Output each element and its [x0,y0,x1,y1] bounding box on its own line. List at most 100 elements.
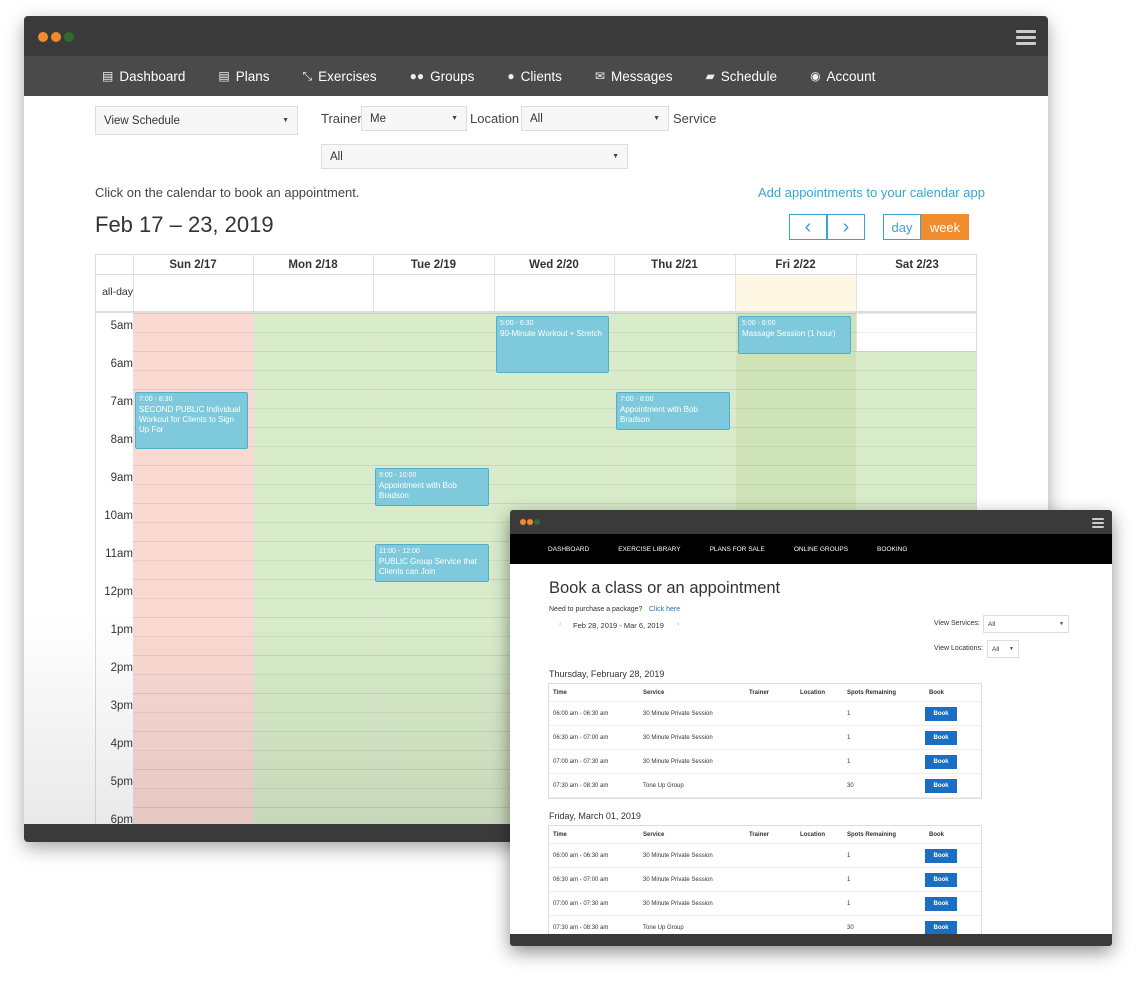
table-header: Time Service Trainer Location Spots Rema… [549,826,981,844]
day-header: Mon 2/18 [253,255,373,275]
booking-table: Time Service Trainer Location Spots Rema… [548,825,982,941]
col-line [253,255,254,842]
calendar-event[interactable]: 9:00 - 10:00 Appointment with Bob Bradson [375,468,489,506]
dot-icon [527,519,533,525]
file-icon: ▤ [218,69,230,83]
table-row: 07:00 am - 07:30 am 30 Minute Private Ses… [549,892,981,916]
nav-plans-for-sale[interactable]: PLANS FOR SALE [710,546,765,553]
location-label: Location [470,111,520,126]
book-button[interactable]: Book [925,778,957,793]
nav-exercise-library[interactable]: EXERCISE LIBRARY [618,546,680,553]
menu-icon[interactable] [1016,30,1036,48]
week-view-button[interactable]: week [921,214,969,240]
cell-service: 30 Minute Private Session [643,852,713,859]
book-button[interactable]: Book [925,896,957,911]
nav-online-groups[interactable]: ONLINE GROUPS [794,546,848,553]
package-link[interactable]: Click here [649,606,680,613]
book-button[interactable]: Book [925,848,957,863]
col-location: Location [800,689,825,696]
main-nav: ▤ Dashboard ▤ Plans ⤡ Exercises ●● Groups ● C… [24,56,1048,96]
book-button[interactable]: Book [925,754,957,769]
col-service: Service [643,831,665,838]
dot-icon [51,32,61,42]
prev-range-icon[interactable]: ‹ [559,621,561,628]
day-header: Wed 2/20 [494,255,614,275]
dot-icon [38,32,48,42]
cell-service: 30 Minute Private Session [643,876,713,883]
booking-hint: Click on the calendar to book an appoint… [95,185,360,200]
nav-plans[interactable]: ▤ Plans [218,69,269,84]
locations-select[interactable]: All ▼ [987,640,1019,658]
col-trainer: Trainer [749,831,770,838]
hour-label: 4pm [110,738,133,750]
table-row: 06:30 am - 07:00 am 30 Minute Private Ses… [549,868,981,892]
col-spots: Spots Remaining [847,689,897,696]
nav-dashboard[interactable]: ▤ Dashboard [102,69,185,84]
hour-label: 9am [110,472,133,484]
hour-label: 2pm [110,662,133,674]
cell-time: 06:30 am - 07:00 am [553,734,609,741]
nav-schedule[interactable]: ▰ Schedule [706,69,778,84]
date-range-title: Feb 17 – 23, 2019 [95,212,274,237]
chevron-down-icon: ▼ [612,153,619,160]
nav-clients[interactable]: ● Clients [507,69,562,84]
nav-booking[interactable]: BOOKING [877,546,907,553]
book-button[interactable]: Book [925,920,957,935]
calendar-event[interactable]: 7:00 - 8:00 Appointment with Bob Bradson [616,392,730,430]
prev-week-button[interactable]: ‹ [789,214,827,240]
calendar-event[interactable]: 5:00 - 6:00 Massage Session (1 hour) [738,316,851,354]
trainer-select[interactable]: Me ▼ [361,106,467,131]
book-button[interactable]: Book [925,730,957,745]
day-header: Tue 2/19 [373,255,494,275]
chevron-down-icon: ▼ [1059,621,1064,627]
window-footer [510,934,1112,946]
table-row: 06:00 am - 06:30 am 30 Minute Private Ses… [549,844,981,868]
cell-time: 07:30 am - 08:30 am [553,782,609,789]
nav-account[interactable]: ◉ Account [810,69,875,84]
book-button[interactable]: Book [925,706,957,721]
hour-label: 12pm [104,586,133,598]
booking-window: DASHBOARD EXERCISE LIBRARY PLANS FOR SAL… [510,510,1112,946]
col-line [494,255,495,842]
day-header: Sat 2/23 [856,255,976,275]
dumbbell-icon: ⤡ [302,68,313,83]
book-button[interactable]: Book [925,872,957,887]
nav-exercises[interactable]: ⤡ Exercises [303,69,377,84]
location-select[interactable]: All ▼ [521,106,669,131]
menu-icon[interactable] [1092,518,1104,531]
hour-label: 6am [110,358,133,370]
services-select[interactable]: All ▼ [983,615,1069,633]
service-select[interactable]: All ▼ [321,144,628,169]
cell-service: 30 Minute Private Session [643,758,713,765]
account-icon: ◉ [810,69,821,83]
service-label: Service [673,111,717,126]
view-select[interactable]: View Schedule ▼ [95,106,298,135]
nav-groups[interactable]: ●● Groups [410,69,475,84]
cell-time: 06:00 am - 06:30 am [553,710,609,717]
chevron-down-icon: ▼ [1009,646,1014,652]
calendar-event[interactable]: 11:00 - 12:00 PUBLIC Group Service that C… [375,544,489,582]
package-text: Need to purchase a package? [549,606,643,613]
calendar-event[interactable]: 7:00 - 8:30 SECOND PUBLIC Individual Work… [135,392,248,449]
cell-time: 06:00 am - 06:30 am [553,852,609,859]
hour-label: 11am [105,548,133,560]
day-view-button[interactable]: day [883,214,921,240]
col-time: Time [553,831,567,838]
dot-icon [520,519,526,525]
allday-label: all-day [102,286,133,298]
envelope-icon: ✉ [594,69,605,83]
services-label: View Services: [934,620,980,627]
col-trainer: Trainer [749,689,770,696]
cell-spots: 1 [847,852,851,859]
hour-label: 3pm [110,700,133,712]
hour-label: 8am [110,434,133,446]
nav-messages[interactable]: ✉ Messages [595,69,673,84]
date-range: Feb 28, 2019 - Mar 6, 2019 [573,621,664,630]
users-icon: ●● [409,69,425,83]
next-range-icon[interactable]: › [677,621,679,628]
calendar-event[interactable]: 5:00 - 6:30 90-Minute Workout + Stretch [496,316,609,373]
chevron-down-icon: ▼ [653,115,660,122]
nav-dashboard[interactable]: DASHBOARD [548,546,589,553]
next-week-button[interactable]: › [827,214,865,240]
calendar-app-link[interactable]: Add appointments to your calendar app [758,185,985,200]
